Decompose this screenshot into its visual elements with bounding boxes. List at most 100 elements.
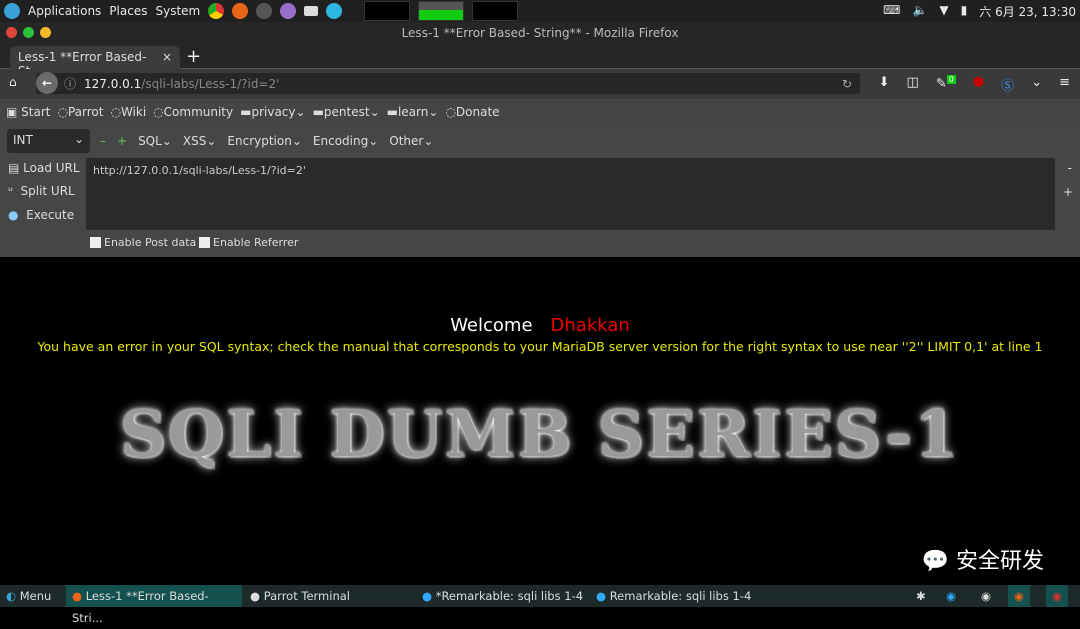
taskbar-menu-button[interactable]: ◐ Menu (0, 585, 57, 607)
enable-referrer-checkbox[interactable]: Enable Referrer (199, 236, 298, 249)
cpu-graph (364, 1, 411, 21)
terminal-icon[interactable] (256, 3, 273, 19)
menu-xss[interactable]: XSS⌄ (183, 134, 217, 148)
load-url-button[interactable]: ▤ Load URL (8, 161, 80, 175)
menu-encryption[interactable]: Encryption⌄ (227, 134, 302, 148)
ublock-icon[interactable]: ⬢ (973, 75, 984, 94)
expand-button[interactable]: + (1063, 185, 1073, 199)
decrease-button[interactable]: – (100, 134, 106, 148)
parrot-logo-icon[interactable] (4, 3, 20, 19)
type-select[interactable]: INT ⌄ (7, 129, 90, 153)
navigation-bar: ⌂ ⓘ 127.0.0.1 /sqli-labs/Less-1/?id=2' ↻… (0, 69, 1080, 99)
reload-icon[interactable]: ↻ (842, 77, 852, 91)
download-icon[interactable]: ⬇ (879, 75, 890, 94)
bookmark-label: Donate (455, 105, 500, 119)
hackbar-panel: INT ⌄ – + SQL⌄ XSS⌄ Encryption⌄ Encoding⌄… (0, 125, 1080, 257)
bookmark-folder-pentest[interactable]: ▬pentest⌄ (313, 105, 380, 119)
bookmark-label: pentest (323, 105, 370, 119)
menu-label: XSS (182, 134, 207, 148)
firefox-icon[interactable] (232, 3, 249, 19)
url-bar[interactable]: ⓘ 127.0.0.1 /sqli-labs/Less-1/?id=2' ↻ (36, 73, 860, 94)
taskbar: ◐ Menu ● Less-1 **Error Based- Stri... ●… (0, 585, 1080, 625)
taskbar-item-remarkable-1[interactable]: ● *Remarkable: sqli libs 1-4 (416, 585, 589, 607)
taskbar-item-terminal[interactable]: ● Parrot Terminal (244, 585, 356, 607)
welcome-line: Welcome Dhakkan (0, 315, 1080, 336)
workspace-firefox-icon[interactable]: ◉ (1008, 585, 1031, 607)
maximize-window-button[interactable] (23, 27, 34, 38)
url-host: 127.0.0.1 (84, 76, 142, 91)
sidebar-icon[interactable]: ◫ (907, 75, 919, 94)
execute-button[interactable]: ● Execute (8, 208, 74, 222)
menu-places[interactable]: Places (109, 4, 147, 18)
s-extension-icon[interactable]: Ⓢ (1001, 75, 1014, 94)
load-icon: ▤ (8, 161, 20, 175)
system-top-panel: Applications Places System ⌨ 🔈 ▼ ▮ 六 6月 … (0, 0, 1080, 22)
bookmarks-toolbar: ▣ Start ◌Parrot ◌Wiki ◌Community ▬privac… (0, 99, 1080, 125)
window-title: Less-1 **Error Based- String** - Mozilla… (401, 26, 679, 40)
menu-label: Other (389, 134, 424, 148)
remarkable-icon: ● (422, 589, 433, 603)
bookmark-start[interactable]: ▣ Start (6, 105, 50, 119)
close-tab-icon[interactable]: × (162, 50, 172, 64)
shrink-button[interactable]: - (1068, 161, 1072, 175)
menu-label: Encryption (227, 134, 292, 148)
taskbar-item-firefox[interactable]: ● Less-1 **Error Based- Stri... (66, 585, 242, 625)
asterisk-icon[interactable]: ✱ (910, 585, 932, 607)
watermark: 💬 安全研发 (922, 543, 1044, 575)
remarkable-icon[interactable] (326, 3, 343, 19)
menu-label: SQL (138, 134, 162, 148)
chrome-icon[interactable] (208, 3, 225, 19)
taskbar-label: *Remarkable: sqli libs 1-4 (435, 589, 584, 603)
wifi-icon[interactable]: ▼ (939, 3, 948, 20)
menu-other[interactable]: Other⌄ (389, 134, 433, 148)
bookmark-label: learn (397, 105, 429, 119)
taskbar-label: Parrot Terminal (263, 589, 350, 603)
bookmark-folder-learn[interactable]: ▬learn⌄ (387, 105, 439, 119)
info-icon[interactable]: ⓘ (64, 75, 76, 92)
workspace-terminal-icon[interactable]: ◉ (975, 585, 997, 607)
workspace-remarkable-icon[interactable]: ◉ (940, 585, 962, 607)
parrot-logo-icon: ◐ (6, 589, 17, 603)
pocket-icon[interactable]: ⌄ (1031, 75, 1042, 94)
clock[interactable]: 六 6月 23, 13:30 (979, 3, 1076, 20)
text-editor-icon[interactable] (280, 3, 297, 19)
window-titlebar: Less-1 **Error Based- String** - Mozilla… (0, 22, 1080, 44)
bookmark-community[interactable]: ◌Community (153, 105, 233, 119)
menu-system[interactable]: System (155, 4, 200, 18)
browser-tab[interactable]: Less-1 **Error Based- St... × (10, 46, 180, 78)
url-textarea[interactable]: http://127.0.0.1/sqli-labs/Less-1/?id=2' (86, 158, 1055, 230)
page-content: Welcome Dhakkan You have an error in your… (0, 257, 1080, 585)
bookmark-folder-privacy[interactable]: ▬privacy⌄ (240, 105, 305, 119)
taskbar-item-remarkable-2[interactable]: ● Remarkable: sqli libs 1-4 (590, 585, 757, 607)
tab-bar: Less-1 **Error Based- St... × + (0, 44, 1080, 78)
split-url-label: Split URL (20, 184, 75, 198)
network-icon[interactable] (304, 6, 319, 16)
home-icon[interactable]: ⌂ (9, 75, 17, 89)
checkbox[interactable] (199, 237, 210, 248)
minimize-window-button[interactable] (40, 27, 51, 38)
bookmark-donate[interactable]: ◌Donate (445, 105, 499, 119)
menu-sql[interactable]: SQL⌄ (138, 134, 172, 148)
checkbox[interactable] (90, 237, 101, 248)
keyboard-icon[interactable]: ⌨ (883, 3, 900, 20)
increase-button[interactable]: + (117, 134, 127, 148)
new-tab-button[interactable]: + (186, 46, 201, 67)
user-name: Dhakkan (550, 315, 630, 336)
battery-icon[interactable]: ▮ (961, 3, 968, 20)
menu-hamburger-icon[interactable]: ≡ (1059, 75, 1070, 94)
menu-applications[interactable]: Applications (28, 4, 101, 18)
split-icon: ᵘ (8, 184, 13, 198)
execute-label: Execute (26, 208, 75, 222)
url-path: /sqli-labs/Less-1/?id=2' (141, 76, 280, 91)
workspace-chrome-icon[interactable]: ◉ (1046, 585, 1069, 607)
close-window-button[interactable] (6, 27, 17, 38)
taskbar-label: Remarkable: sqli libs 1-4 (609, 589, 752, 603)
menu-encoding[interactable]: Encoding⌄ (313, 134, 378, 148)
split-url-button[interactable]: ᵘ Split URL (8, 184, 75, 198)
back-button[interactable]: ← (36, 72, 58, 94)
extension-icon[interactable]: ✎ 0 (936, 75, 956, 94)
bookmark-parrot[interactable]: ◌Parrot (57, 105, 103, 119)
volume-icon[interactable]: 🔈 (912, 3, 927, 20)
enable-post-checkbox[interactable]: Enable Post data (90, 236, 196, 249)
bookmark-wiki[interactable]: ◌Wiki (110, 105, 146, 119)
